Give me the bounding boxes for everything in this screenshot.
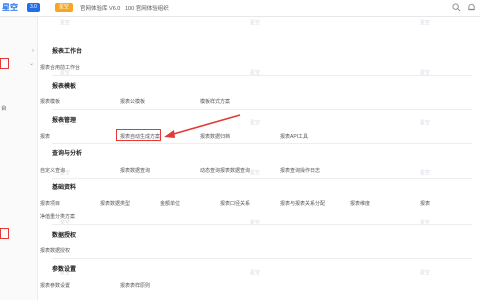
watermark: 星空 bbox=[250, 20, 261, 26]
menu-link-auto-generate[interactable]: 报表自动生成方案 bbox=[120, 133, 160, 140]
account-selector[interactable]: 官网体验库 V6.0 bbox=[80, 4, 120, 12]
chevron-right-icon: › bbox=[32, 48, 34, 54]
menu-link[interactable]: 金额单位 bbox=[160, 200, 180, 207]
product-badge[interactable]: 星空 bbox=[55, 3, 74, 12]
section-title-workbench: 报表工作台 bbox=[52, 49, 83, 55]
menu-link[interactable]: 报表维度 bbox=[350, 200, 370, 207]
top-bar: 星空 3.0 星空 官网体验库 V6.0 100 官网体验组织 bbox=[0, 0, 480, 17]
menu-link[interactable]: 报表数据查询 bbox=[120, 167, 150, 174]
menu-link[interactable]: 报表表样原则 bbox=[120, 282, 150, 289]
bell-icon[interactable] bbox=[467, 3, 476, 12]
menu-link[interactable]: 报表 bbox=[420, 200, 430, 207]
chevron-down-icon: ⌄ bbox=[28, 61, 34, 67]
divider bbox=[52, 109, 472, 110]
menu-link[interactable]: 报表合用前工作台 bbox=[40, 64, 80, 71]
sidebar-item[interactable] bbox=[0, 177, 37, 189]
menu-link[interactable]: 报表与报表关系分配 bbox=[280, 200, 325, 207]
divider bbox=[52, 258, 472, 259]
sidebar-item[interactable] bbox=[0, 138, 37, 150]
menu-link[interactable]: 动态查询报表数据查询 bbox=[200, 167, 250, 174]
sidebar-item[interactable] bbox=[0, 195, 37, 207]
menu-link[interactable]: 报表模板 bbox=[40, 98, 60, 105]
sidebar-item[interactable]: ⌄ bbox=[0, 58, 37, 70]
sidebar-item[interactable] bbox=[0, 120, 37, 132]
annotation-arrow bbox=[164, 114, 241, 138]
sidebar-item[interactable] bbox=[0, 228, 37, 240]
watermark: 星空 bbox=[420, 270, 431, 276]
menu-link[interactable]: 报表数据授权 bbox=[40, 247, 70, 254]
main-content: 星空 星空 星空 星空 星空 星空 星空 星空 星空 星空 星空 星空 星空 星… bbox=[38, 17, 480, 300]
search-icon[interactable] bbox=[452, 3, 461, 12]
section-title-basic-data: 基础资料 bbox=[52, 185, 77, 191]
menu-link[interactable]: 报表口径关系 bbox=[220, 200, 250, 207]
version-badge: 3.0 bbox=[27, 3, 40, 12]
org-selector[interactable]: 100 官网体验组织 bbox=[125, 4, 169, 12]
sidebar: › ⌄ 台 bbox=[0, 17, 38, 300]
section-title-templates: 报表模板 bbox=[52, 84, 77, 90]
sidebar-item[interactable] bbox=[0, 213, 37, 225]
watermark: 星空 bbox=[60, 20, 71, 26]
menu-link[interactable]: 报表查询操作日志 bbox=[280, 167, 320, 174]
menu-link[interactable]: 报表项目 bbox=[40, 200, 60, 207]
sidebar-item[interactable] bbox=[0, 245, 37, 257]
menu-link[interactable]: 报表公模板 bbox=[120, 98, 145, 105]
sidebar-item[interactable] bbox=[0, 80, 37, 92]
watermark: 星空 bbox=[250, 270, 261, 276]
divider bbox=[52, 75, 472, 76]
section-title-query: 查询与分析 bbox=[52, 151, 83, 157]
watermark: 星空 bbox=[420, 170, 431, 176]
menu-link[interactable]: 报表参数设置 bbox=[40, 282, 70, 289]
section-title-params: 参数设置 bbox=[52, 267, 77, 273]
watermark: 星空 bbox=[420, 120, 431, 126]
sidebar-item[interactable]: › bbox=[0, 45, 37, 57]
watermark: 星空 bbox=[420, 20, 431, 26]
menu-link[interactable]: 报表API工具 bbox=[280, 133, 308, 140]
menu-link[interactable]: 报表数据类型 bbox=[100, 200, 130, 207]
menu-link[interactable]: 模板样式方案 bbox=[200, 98, 230, 105]
divider bbox=[52, 178, 472, 179]
divider bbox=[52, 224, 472, 225]
menu-link[interactable]: 净值重分类方案 bbox=[40, 213, 75, 220]
section-title-management: 报表管理 bbox=[52, 118, 77, 124]
menu-link[interactable]: 自定义查询 bbox=[40, 167, 65, 174]
app-logo: 星空 bbox=[2, 3, 18, 12]
sidebar-item[interactable]: 台 bbox=[0, 103, 37, 115]
menu-link[interactable]: 报表 bbox=[40, 133, 50, 140]
watermark: 星空 bbox=[250, 120, 261, 126]
section-title-authorization: 数据授权 bbox=[52, 233, 77, 239]
sidebar-item[interactable] bbox=[0, 158, 37, 170]
sidebar-item[interactable] bbox=[0, 263, 37, 275]
watermark: 星空 bbox=[250, 170, 261, 176]
sidebar-item[interactable] bbox=[0, 279, 37, 291]
divider bbox=[52, 143, 472, 144]
